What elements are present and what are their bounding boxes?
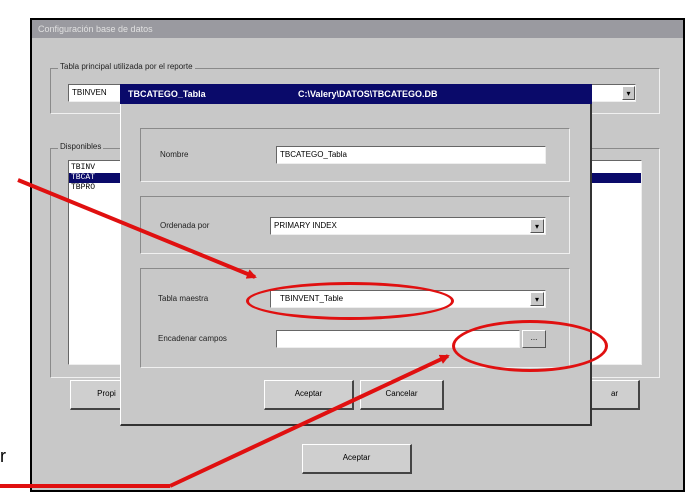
annotation-overlay <box>0 178 450 488</box>
annotation-ellipse-master <box>246 282 454 320</box>
annotation-arrow-master <box>17 178 257 279</box>
annotation-arrow-link-fields <box>169 354 450 488</box>
annotation-ellipse-ellipsis <box>452 320 608 372</box>
